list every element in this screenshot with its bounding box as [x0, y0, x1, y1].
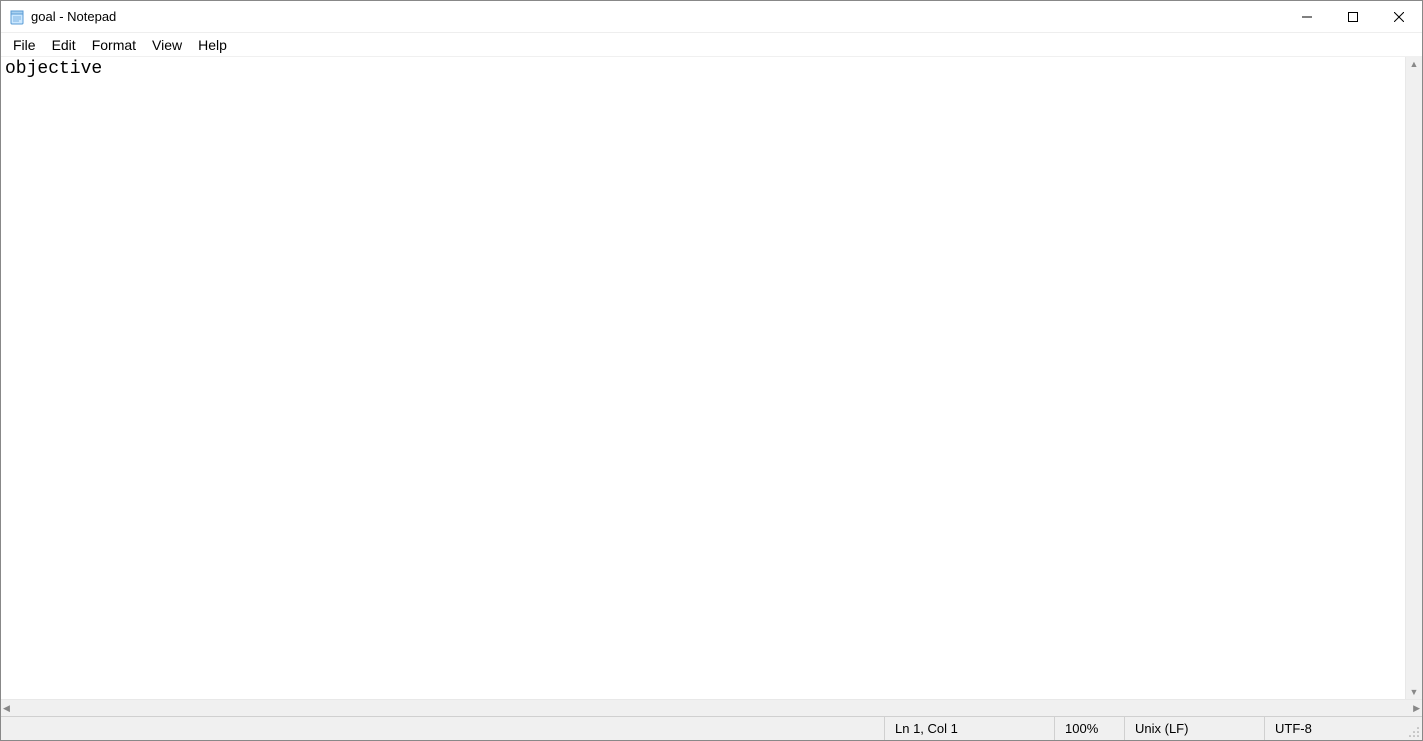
text-editor[interactable]: [1, 57, 1405, 699]
status-zoom: 100%: [1055, 717, 1125, 740]
window-title: goal - Notepad: [31, 9, 116, 24]
statusbar: Ln 1, Col 1 100% Unix (LF) UTF-8: [1, 716, 1422, 740]
menu-format[interactable]: Format: [84, 34, 144, 56]
vertical-scrollbar[interactable]: ▲ ▼: [1405, 57, 1422, 699]
scroll-up-icon[interactable]: ▲: [1410, 59, 1419, 69]
notepad-icon: [9, 9, 25, 25]
scroll-right-icon[interactable]: ▶: [1413, 703, 1420, 714]
menu-view[interactable]: View: [144, 34, 190, 56]
menubar: File Edit Format View Help: [1, 33, 1422, 57]
horizontal-scrollbar[interactable]: ◀ ▶: [1, 699, 1422, 716]
menu-help[interactable]: Help: [190, 34, 235, 56]
status-encoding: UTF-8: [1265, 717, 1405, 740]
status-position: Ln 1, Col 1: [885, 717, 1055, 740]
status-spacer: [1, 717, 885, 740]
resize-grip[interactable]: [1405, 717, 1422, 740]
editor-area: ▲ ▼: [1, 57, 1422, 699]
titlebar: goal - Notepad: [1, 1, 1422, 33]
status-line-ending: Unix (LF): [1125, 717, 1265, 740]
close-button[interactable]: [1376, 1, 1422, 32]
scroll-down-icon[interactable]: ▼: [1410, 687, 1419, 697]
menu-edit[interactable]: Edit: [44, 34, 84, 56]
window-controls: [1284, 1, 1422, 32]
menu-file[interactable]: File: [5, 34, 44, 56]
scroll-left-icon[interactable]: ◀: [3, 703, 10, 714]
minimize-button[interactable]: [1284, 1, 1330, 32]
maximize-button[interactable]: [1330, 1, 1376, 32]
